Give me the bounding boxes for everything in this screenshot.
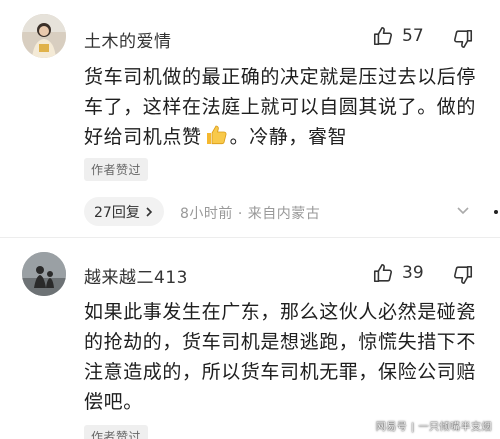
- reply-count: 27回复: [94, 204, 140, 221]
- username[interactable]: 越来越二413: [84, 263, 188, 288]
- author-liked-badge: 作者赞过: [84, 158, 149, 181]
- comment-meta: 8小时前 · 来自内蒙古: [180, 206, 321, 222]
- thumbs-down-outline-icon[interactable]: [452, 28, 474, 50]
- scroll-indicator: [494, 210, 498, 214]
- avatar[interactable]: [22, 14, 66, 58]
- like-count: 39: [402, 263, 424, 283]
- thumbs-up-outline-icon: [373, 26, 392, 46]
- thumbs-down-outline-icon[interactable]: [452, 264, 474, 286]
- avatar[interactable]: [22, 252, 66, 296]
- divider: [0, 237, 500, 238]
- like-count: 57: [402, 26, 424, 46]
- username[interactable]: 土木的爱情: [84, 27, 172, 52]
- like-button[interactable]: 57: [372, 25, 424, 47]
- like-button[interactable]: 39: [372, 262, 424, 284]
- replies-button[interactable]: 27回复: [84, 197, 164, 226]
- author-liked-badge: 作者赞过: [84, 425, 149, 439]
- thumbs-up-outline-icon: [373, 263, 392, 283]
- chevron-down-icon[interactable]: [454, 202, 472, 220]
- watermark: 网易号 | 一只倾嘴半支烟: [375, 422, 492, 433]
- comment-text: 如果此事发生在广东，那么这伙人必然是碰瓷的抢劫的，货车司机是想逃跑，惊慌失措下不…: [84, 301, 477, 413]
- comment-item: 越来越二413 39 如果此事发生在广东，那么这伙人必然是碰瓷的抢劫的，货车司机…: [0, 240, 500, 439]
- comment-text-part: 。冷静，睿智: [229, 126, 348, 148]
- thumbs-up-emoji-icon: [206, 125, 227, 145]
- comment-item: 土木的爱情 57 货车司机做的最正确的决定就是压过去以后停车了，这样在法庭上就可…: [0, 0, 500, 235]
- comment-text: 货车司机做的最正确的决定就是压过去以后停车了，这样在法庭上就可以自圆其说了。做的…: [84, 62, 489, 152]
- chevron-right-icon: [146, 206, 152, 217]
